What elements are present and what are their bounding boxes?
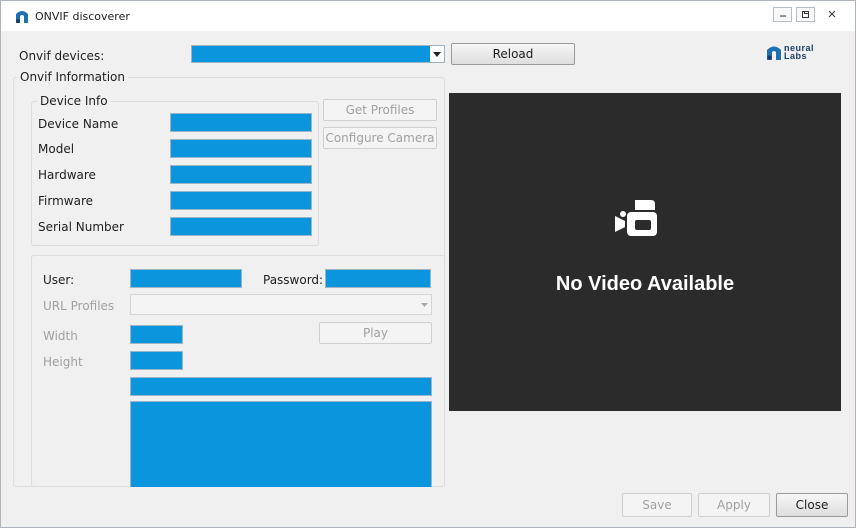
url-field[interactable] <box>130 377 432 396</box>
password-label: Password: <box>263 273 324 287</box>
logo-mark-icon <box>767 46 781 60</box>
url-profiles-arrow-icon <box>417 295 431 314</box>
video-panel: No Video Available <box>449 93 841 411</box>
password-field[interactable] <box>325 269 431 288</box>
firmware-field[interactable] <box>170 191 312 210</box>
device-name-field[interactable] <box>170 113 312 132</box>
width-field[interactable] <box>130 325 183 344</box>
hardware-label: Hardware <box>38 168 96 182</box>
window-title: ONVIF discoverer <box>35 10 130 23</box>
title-bar: ONVIF discoverer <box>1 1 855 31</box>
content-area: Onvif devices: Reload neural Labs Onvif … <box>11 33 848 521</box>
dropdown-arrow-icon <box>430 46 444 62</box>
firmware-label: Firmware <box>38 194 93 208</box>
model-label: Model <box>38 142 75 156</box>
device-name-label: Device Name <box>38 117 119 131</box>
minimize-icon <box>780 15 786 17</box>
configure-camera-button[interactable]: Configure Camera <box>323 127 437 149</box>
device-info-title: Device Info <box>37 94 111 108</box>
play-button[interactable]: Play <box>319 322 432 344</box>
reload-button[interactable]: Reload <box>451 43 575 65</box>
serial-number-label: Serial Number <box>38 220 124 234</box>
user-label: User: <box>43 273 75 287</box>
log-textarea[interactable] <box>130 401 432 487</box>
get-profiles-button[interactable]: Get Profiles <box>323 99 437 121</box>
video-camera-icon <box>615 200 657 236</box>
logo-text-labs: Labs <box>784 51 808 61</box>
maximize-button[interactable] <box>796 7 815 22</box>
minimize-button[interactable] <box>773 7 792 22</box>
onvif-devices-dropdown[interactable] <box>191 45 445 63</box>
user-field[interactable] <box>130 269 242 288</box>
maximize-icon <box>802 11 809 18</box>
close-icon <box>828 10 836 18</box>
url-profiles-dropdown[interactable] <box>130 294 432 315</box>
height-field[interactable] <box>130 351 183 370</box>
serial-number-field[interactable] <box>170 217 312 236</box>
close-window-button[interactable] <box>819 7 845 22</box>
hardware-field[interactable] <box>170 165 312 184</box>
model-field[interactable] <box>170 139 312 158</box>
onvif-information-title: Onvif Information <box>17 70 128 84</box>
url-profiles-label: URL Profiles <box>43 299 115 313</box>
save-button[interactable]: Save <box>622 493 692 517</box>
app-icon <box>16 11 28 23</box>
close-button[interactable]: Close <box>776 493 848 517</box>
height-label: Height <box>43 355 83 369</box>
neural-labs-logo: neural Labs <box>766 44 848 62</box>
apply-button[interactable]: Apply <box>698 493 770 517</box>
main-window: ONVIF discoverer Onvif devices: Reload n… <box>0 0 856 528</box>
width-label: Width <box>43 329 78 343</box>
onvif-devices-label: Onvif devices: <box>19 49 105 63</box>
no-video-message: No Video Available <box>555 273 735 295</box>
